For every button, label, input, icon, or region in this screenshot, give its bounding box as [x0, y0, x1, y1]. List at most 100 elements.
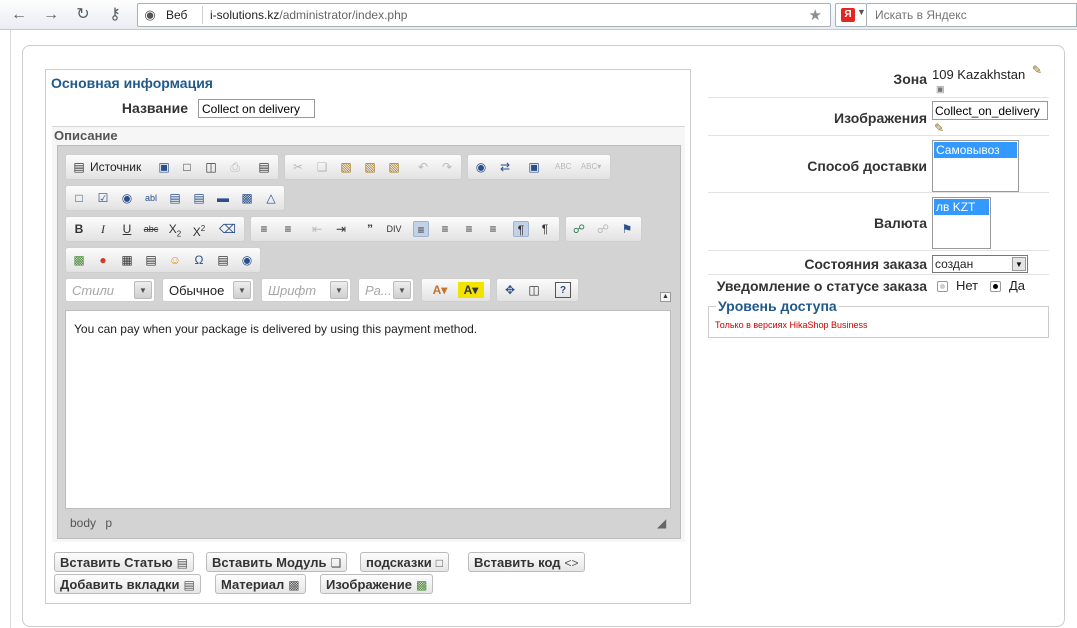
save-icon[interactable]: ▣	[156, 159, 172, 175]
paste-text-icon[interactable]: ▧	[362, 159, 378, 175]
url-text[interactable]: i-solutions.kz/administrator/index.php	[210, 8, 407, 22]
reload-icon[interactable]: ↻	[72, 5, 94, 25]
text-color-icon[interactable]: A▾	[427, 282, 453, 298]
textarea-icon[interactable]: ▤	[167, 190, 183, 206]
replace-icon[interactable]: ⇄	[497, 159, 513, 175]
shipping-option-selected[interactable]: Самовывоз	[934, 142, 1017, 158]
show-blocks-icon[interactable]: ◫	[526, 282, 542, 298]
edit-image-icon[interactable]: ✎	[934, 121, 948, 135]
select-field-icon[interactable]: ▤	[191, 190, 207, 206]
align-left-icon[interactable]: ≡	[413, 221, 429, 237]
currency-option-selected[interactable]: лв KZT	[934, 199, 989, 215]
resize-grip-icon[interactable]: ◢	[657, 516, 666, 530]
link-icon[interactable]: ☍	[571, 221, 587, 237]
bookmark-star-icon[interactable]: ★	[809, 6, 822, 24]
name-input[interactable]	[198, 99, 315, 118]
bulleted-list-icon[interactable]: ≡	[280, 221, 296, 237]
unlink-icon[interactable]: ☍	[595, 221, 611, 237]
paste-icon[interactable]: ▧	[338, 159, 354, 175]
source-button[interactable]: Источник	[90, 160, 141, 174]
help-icon[interactable]: ?	[555, 282, 571, 298]
styles-combo[interactable]: Стили ▼	[65, 278, 155, 302]
search-input[interactable]	[875, 8, 1065, 22]
image-button-icon[interactable]: ▩	[239, 190, 255, 206]
shipping-listbox[interactable]: Самовывоз	[932, 140, 1019, 192]
add-tabs-button[interactable]: Добавить вкладки ▤	[54, 574, 201, 594]
button-field-icon[interactable]: ▬	[215, 190, 231, 206]
address-bar[interactable]: ◉ Веб i-solutions.kz/administrator/index…	[137, 3, 831, 27]
redo-icon[interactable]: ↷	[439, 159, 455, 175]
subscript-icon[interactable]: X2	[167, 221, 183, 238]
order-status-select[interactable]: создан ▼	[932, 255, 1028, 273]
maximize-icon[interactable]: ✥	[502, 282, 518, 298]
preview-icon[interactable]: ◫	[203, 159, 219, 175]
image-input[interactable]	[932, 101, 1048, 120]
bold-icon[interactable]: B	[71, 221, 87, 237]
undo-icon[interactable]: ↶	[415, 159, 431, 175]
outdent-icon[interactable]: ⇤	[309, 221, 325, 237]
element-path[interactable]: body p	[70, 516, 112, 530]
radio-icon[interactable]: ◉	[119, 190, 135, 206]
indent-icon[interactable]: ⇥	[333, 221, 349, 237]
special-char-omega-icon[interactable]: Ω	[191, 252, 207, 268]
justify-icon[interactable]: ≡	[485, 221, 501, 237]
font-combo[interactable]: Шрифт ▼	[261, 278, 351, 302]
notify-yes-radio[interactable]	[990, 281, 1001, 292]
italic-icon[interactable]: I	[95, 221, 111, 237]
background-color-icon[interactable]: A▾	[458, 282, 484, 298]
format-combo[interactable]: Обычное ▼	[162, 278, 254, 302]
remove-format-icon[interactable]: ⌫	[219, 221, 236, 237]
cut-icon[interactable]: ✂	[290, 159, 306, 175]
iframe-globe-icon[interactable]: ◉	[239, 252, 255, 268]
delete-zone-icon[interactable]: ▣	[936, 82, 950, 96]
underline-icon[interactable]: U	[119, 221, 135, 237]
image-icon[interactable]: ▩	[71, 252, 87, 268]
find-icon[interactable]: ◉	[473, 159, 489, 175]
strikethrough-icon[interactable]: abc	[143, 221, 159, 237]
div-container-icon[interactable]: DIV	[386, 221, 402, 237]
back-arrow-icon[interactable]: ←	[8, 5, 30, 25]
text-field-icon[interactable]: abl	[143, 190, 159, 206]
checkbox-icon[interactable]: ☑	[95, 190, 111, 206]
spellcheck-as-you-type-icon[interactable]: ABC▾	[579, 159, 603, 175]
table-icon[interactable]: ▦	[119, 252, 135, 268]
smiley-icon[interactable]: ☺	[167, 252, 183, 268]
currency-listbox[interactable]: лв KZT	[932, 197, 991, 249]
size-combo[interactable]: Ра... ▼	[358, 278, 414, 302]
superscript-icon[interactable]: X2	[191, 221, 207, 239]
editor-content-area[interactable]: You can pay when your package is deliver…	[65, 310, 671, 509]
select-all-icon[interactable]: ▣	[526, 159, 542, 175]
key-icon[interactable]: ⚷	[104, 5, 126, 25]
blockquote-icon[interactable]: ”	[362, 221, 378, 237]
insert-article-button[interactable]: Вставить Статью ▤	[54, 552, 194, 572]
page-break-icon[interactable]: ▤	[215, 252, 231, 268]
new-page-icon[interactable]: □	[179, 159, 195, 175]
anchor-flag-icon[interactable]: ⚑	[619, 221, 635, 237]
insert-module-button[interactable]: Вставить Модуль ❏	[206, 552, 348, 572]
notify-no-radio[interactable]	[937, 281, 948, 292]
collapse-toolbar-icon[interactable]: ▲	[660, 292, 671, 302]
horizontal-rule-icon[interactable]: ▤	[143, 252, 159, 268]
search-engine-selector[interactable]: Я ▼	[835, 3, 867, 27]
image-button[interactable]: Изображение ▩	[320, 574, 434, 594]
numbered-list-icon[interactable]: ≡	[256, 221, 272, 237]
print-icon[interactable]: ⎙	[227, 159, 243, 175]
spellcheck-icon[interactable]: ABC	[555, 159, 571, 175]
flash-icon[interactable]: ●	[95, 252, 111, 268]
form-icon[interactable]: □	[71, 190, 87, 206]
material-button[interactable]: Материал ▩	[215, 574, 306, 594]
align-right-icon[interactable]: ≡	[461, 221, 477, 237]
hints-button[interactable]: подсказки □	[360, 552, 450, 572]
insert-code-button[interactable]: Вставить код <>	[468, 552, 585, 572]
hidden-field-icon[interactable]: △	[263, 190, 279, 206]
paste-word-icon[interactable]: ▧	[386, 159, 402, 175]
ltr-icon[interactable]: ¶	[513, 221, 529, 237]
search-box[interactable]	[867, 3, 1077, 27]
editor-content-text[interactable]: You can pay when your package is deliver…	[74, 322, 477, 336]
edit-zone-icon[interactable]: ✎	[1032, 63, 1046, 77]
align-center-icon[interactable]: ≡	[437, 221, 453, 237]
rtl-icon[interactable]: ¶	[537, 221, 553, 237]
forward-arrow-icon[interactable]: →	[40, 5, 62, 25]
copy-icon[interactable]: ❏	[314, 159, 330, 175]
templates-icon[interactable]: ▤	[256, 159, 272, 175]
